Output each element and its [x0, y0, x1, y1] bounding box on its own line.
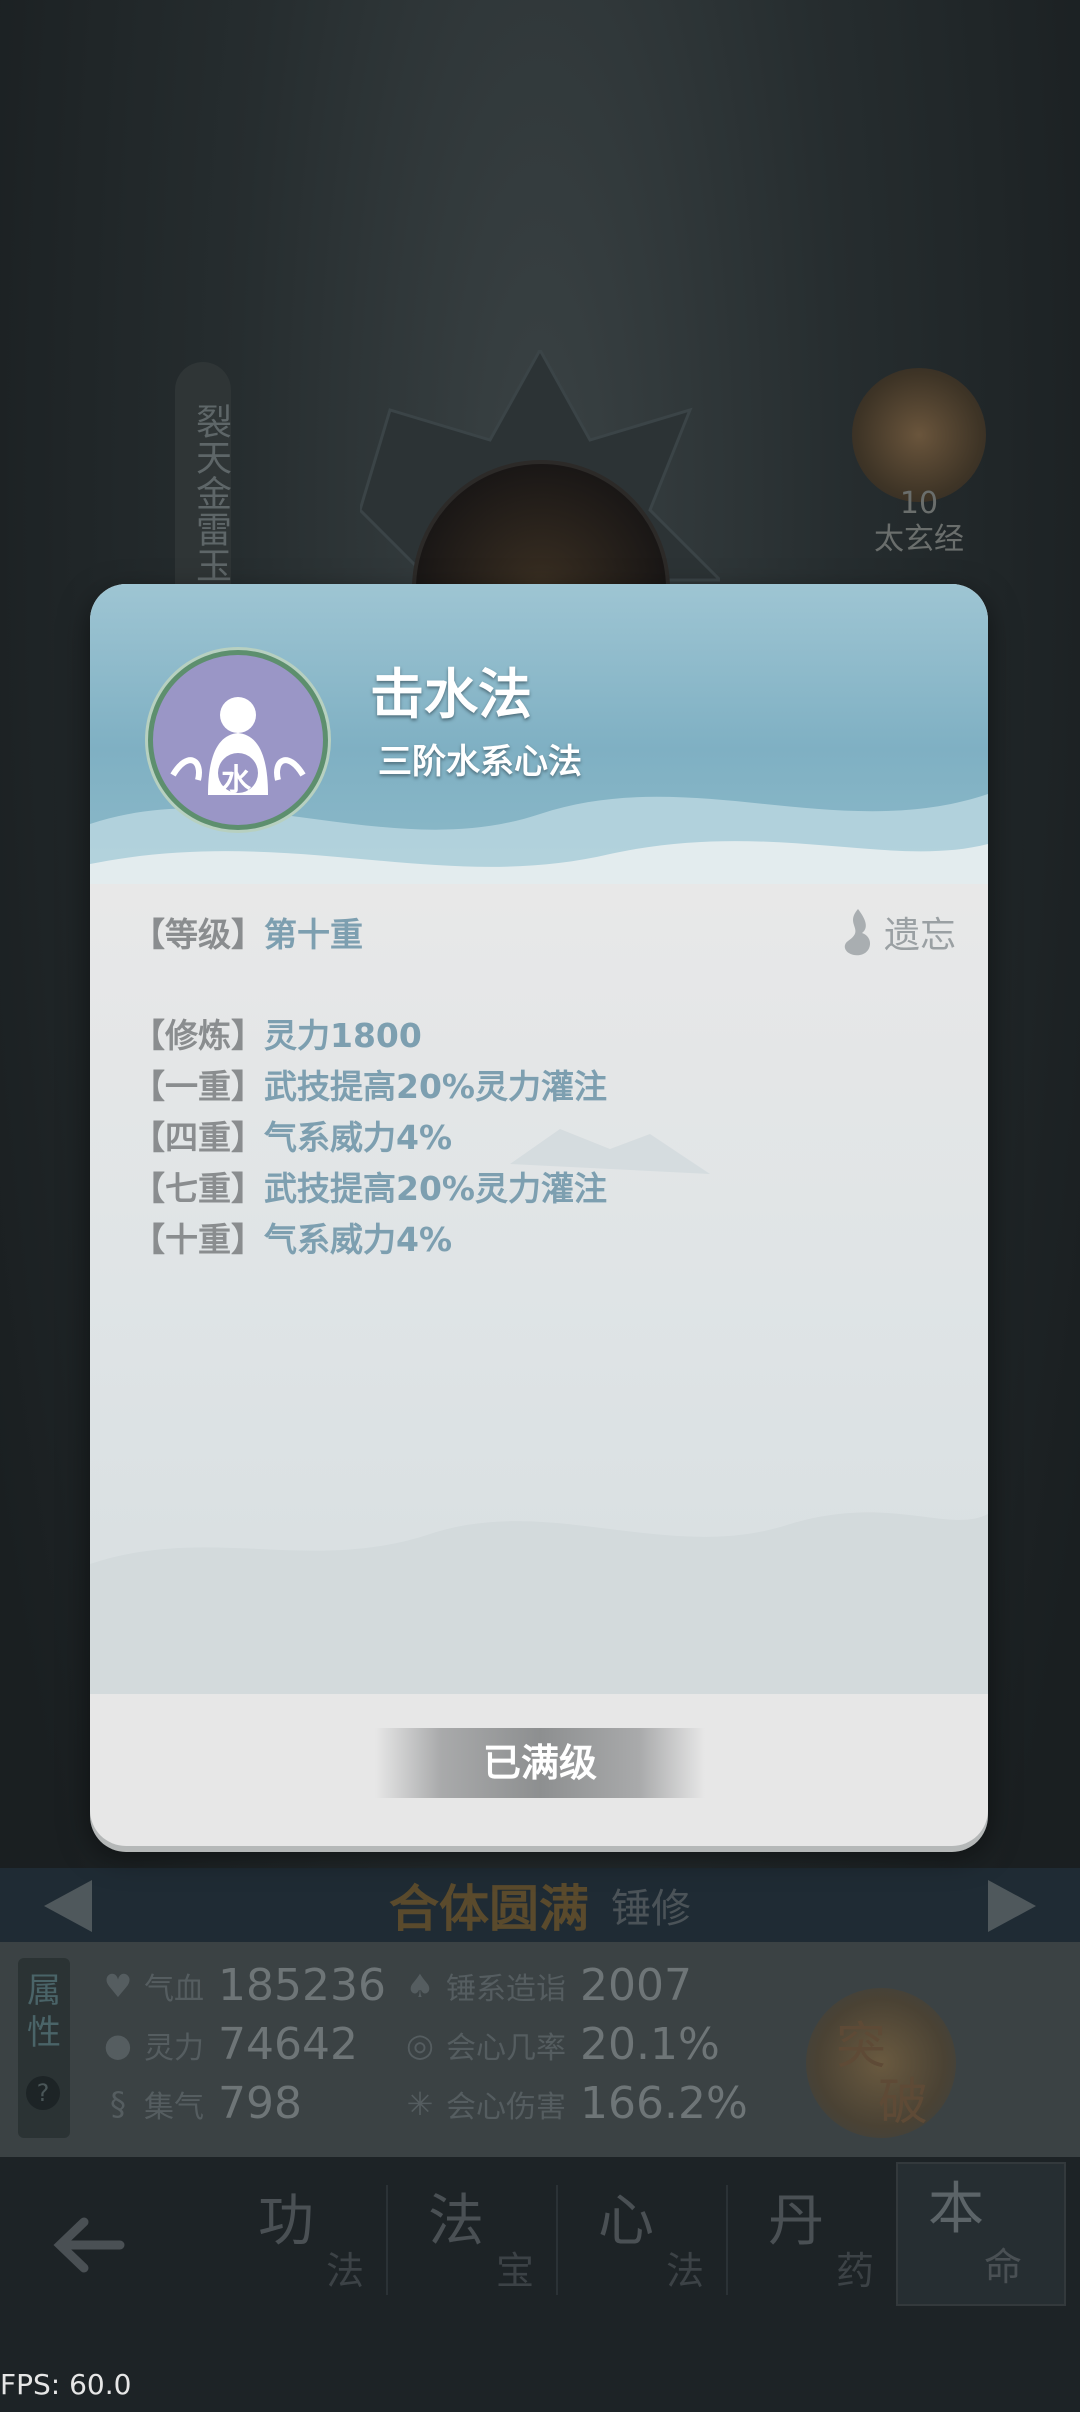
realm-name: 合体圆满 [389, 1879, 589, 1938]
attribute-value: 武技提高20%灵力灌注 [264, 1169, 607, 1208]
attribute-key: 【七重】 [132, 1169, 264, 1208]
skill-title: 击水法 [370, 662, 532, 726]
nav-tab-pills[interactable]: 丹 药 [746, 2170, 906, 2310]
stat-value: 20.1% [580, 2019, 720, 2070]
mountain-backdrop [90, 1129, 988, 1694]
stat-label: 会心几率 [446, 2030, 566, 2066]
nav-divider [726, 2185, 728, 2295]
attribute-key: 【四重】 [132, 1118, 264, 1157]
hammer-icon: ♠ [405, 1966, 435, 2005]
stat-value: 74642 [218, 2019, 358, 2070]
next-arrow-icon[interactable] [988, 1880, 1036, 1932]
icon-glyph: 水 [221, 763, 251, 798]
attribute-tag: 属性 [18, 1958, 70, 2138]
technique-detail-dialog: 水 击水法 三阶水系心法 【等级】第十重 遗忘 【修炼】灵力1800 【一重】武… [90, 584, 988, 1846]
fps-counter: FPS: 60.0 [0, 2368, 132, 2401]
skill-subtitle: 三阶水系心法 [378, 742, 582, 782]
nav-tab-big: 功 [258, 2189, 314, 2254]
bg-skill-name: 太玄经 [874, 522, 964, 557]
prev-arrow-icon[interactable] [44, 1880, 92, 1932]
water-figure-icon [170, 697, 306, 795]
attribute-row: 【七重】武技提高20%灵力灌注 [132, 1162, 607, 1210]
attribute-row: 【一重】武技提高20%灵力灌注 [132, 1060, 607, 1108]
nav-tab-small: 宝 [496, 2249, 535, 2293]
stat-value: 798 [218, 2078, 302, 2129]
attribute-row: 【修炼】灵力1800 [132, 1009, 422, 1057]
bg-skill-level: 10 [899, 486, 939, 521]
stat-hammer-mastery: ♠ 锤系造诣 2007 [402, 1960, 692, 2011]
nav-divider [386, 2185, 388, 2295]
nav-tab-small: 法 [326, 2249, 365, 2293]
bg-skill-icon[interactable] [852, 368, 986, 502]
attribute-row: 【十重】气系威力4% [132, 1213, 452, 1261]
nav-tab-skills[interactable]: 功 法 [236, 2170, 396, 2310]
stat-mana: ● 灵力 74642 [100, 2019, 358, 2070]
nav-tab-treasures[interactable]: 法 宝 [406, 2170, 566, 2310]
dialog-body [90, 884, 988, 1694]
stat-hp: ♥ 气血 185236 [100, 1960, 386, 2011]
attribute-row: 【四重】气系威力4% [132, 1111, 452, 1159]
forget-label: 遗忘 [883, 915, 956, 956]
attribute-value: 气系威力4% [264, 1220, 453, 1259]
forget-button[interactable]: 遗忘 [836, 906, 956, 958]
nav-tab-small: 法 [666, 2249, 705, 2293]
max-level-button[interactable]: 已满级 [375, 1728, 705, 1798]
stat-qi: § 集气 798 [100, 2078, 302, 2129]
nav-tab-big: 本 [928, 2177, 984, 2242]
help-icon[interactable]: ? [26, 2076, 60, 2110]
breakthrough-char-2: 破 [878, 2073, 928, 2131]
attribute-value: 武技提高20%灵力灌注 [264, 1067, 607, 1106]
nav-tab-small: 药 [836, 2249, 875, 2293]
stat-label: 锤系造诣 [446, 1971, 566, 2007]
stat-label: 灵力 [144, 2030, 204, 2066]
stat-value: 2007 [580, 1960, 692, 2011]
nav-tab-heart-methods[interactable]: 心 法 [576, 2170, 736, 2310]
nav-tab-big: 心 [598, 2189, 654, 2254]
nav-tab-big: 丹 [768, 2189, 824, 2254]
realm-bar: 合体圆满 锤修 [0, 1868, 1080, 1942]
stat-label: 集气 [144, 2089, 204, 2125]
bg-skill-label: 10 太玄经 [852, 486, 986, 558]
drop-icon: ● [104, 2025, 132, 2064]
crit-icon: ◎ [406, 2025, 434, 2064]
nav-tab-big: 法 [428, 2189, 484, 2254]
stat-value: 185236 [218, 1960, 386, 2011]
level-key: 【等级】 [132, 915, 264, 954]
stat-crit-rate: ◎ 会心几率 20.1% [402, 2019, 720, 2070]
stat-label: 会心伤害 [446, 2089, 566, 2125]
level-value: 第十重 [264, 915, 363, 954]
attribute-key: 【十重】 [132, 1220, 264, 1259]
attribute-key: 【修炼】 [132, 1016, 264, 1055]
nav-tab-natal[interactable]: 本 命 [896, 2162, 1066, 2306]
heart-icon: ♥ [103, 1966, 133, 2005]
level-row: 【等级】第十重 [132, 908, 363, 956]
attribute-value: 气系威力4% [264, 1118, 453, 1157]
nav-tab-small: 命 [984, 2245, 1023, 2289]
stat-value: 166.2% [580, 2078, 748, 2129]
breakthrough-button[interactable]: 突 破 [806, 1988, 956, 2138]
stat-crit-damage: ✳ 会心伤害 166.2% [402, 2078, 748, 2129]
swirl-icon: § [110, 2084, 126, 2123]
cultivation-type: 锤修 [611, 1886, 691, 1932]
stat-label: 气血 [144, 1971, 204, 2007]
flame-icon [844, 909, 871, 956]
burst-icon: ✳ [406, 2084, 434, 2123]
technique-scroll-tab[interactable]: 裂天金雷玉 [175, 362, 231, 612]
attribute-value: 灵力1800 [264, 1016, 422, 1055]
nav-divider [556, 2185, 558, 2295]
attribute-key: 【一重】 [132, 1067, 264, 1106]
back-arrow-icon[interactable] [50, 2210, 130, 2280]
water-skill-icon: 水 [148, 650, 328, 830]
